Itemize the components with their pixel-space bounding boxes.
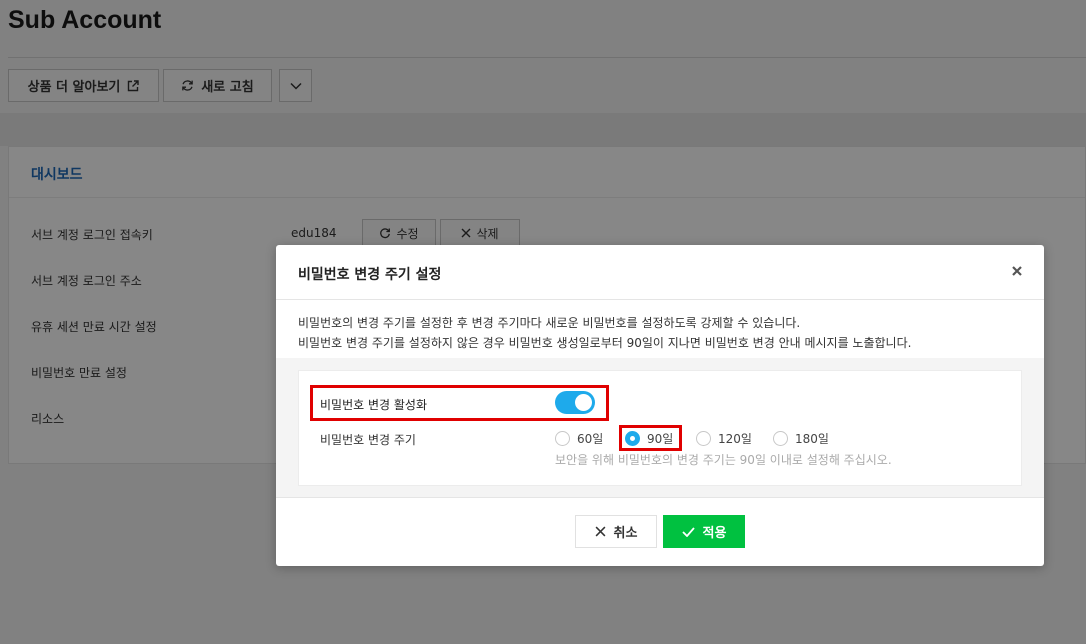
toggle-highlight-box — [310, 385, 609, 421]
radio-label: 120일 — [718, 432, 752, 446]
cycle-hint: 보안을 위해 비밀번호의 변경 주기는 90일 이내로 설정해 주십시오. — [555, 453, 892, 467]
modal-header-divider — [276, 299, 1044, 300]
radio-label: 60일 — [577, 432, 604, 446]
cancel-label: 취소 — [613, 526, 638, 541]
close-icon — [595, 526, 605, 537]
radio-circle — [696, 431, 711, 446]
password-cycle-modal: 비밀번호 변경 주기 설정 비밀번호의 변경 주기를 설정한 후 변경 주기마다… — [276, 245, 1044, 566]
apply-button[interactable]: 적용 — [663, 515, 745, 548]
radio-180-days[interactable]: 180일 — [773, 430, 829, 447]
apply-label: 적용 — [702, 526, 727, 541]
close-icon[interactable] — [1010, 264, 1024, 278]
modal-description-line2: 비밀번호 변경 주기를 설정하지 않은 경우 비밀번호 생성일로부터 90일이 … — [298, 336, 912, 350]
check-icon — [681, 526, 695, 537]
radio-circle — [555, 431, 570, 446]
radio-60-days[interactable]: 60일 — [555, 430, 603, 447]
radio-label: 180일 — [795, 432, 829, 446]
radio-120-days[interactable]: 120일 — [696, 430, 752, 447]
cancel-button[interactable]: 취소 — [575, 515, 657, 548]
cycle-label: 비밀번호 변경 주기 — [320, 433, 416, 447]
modal-footer-divider — [276, 497, 1044, 498]
radio-circle — [773, 431, 788, 446]
modal-title: 비밀번호 변경 주기 설정 — [298, 267, 442, 283]
radio-highlight-box — [619, 425, 682, 451]
modal-description-line1: 비밀번호의 변경 주기를 설정한 후 변경 주기마다 새로운 비밀번호를 설정하… — [298, 316, 801, 330]
